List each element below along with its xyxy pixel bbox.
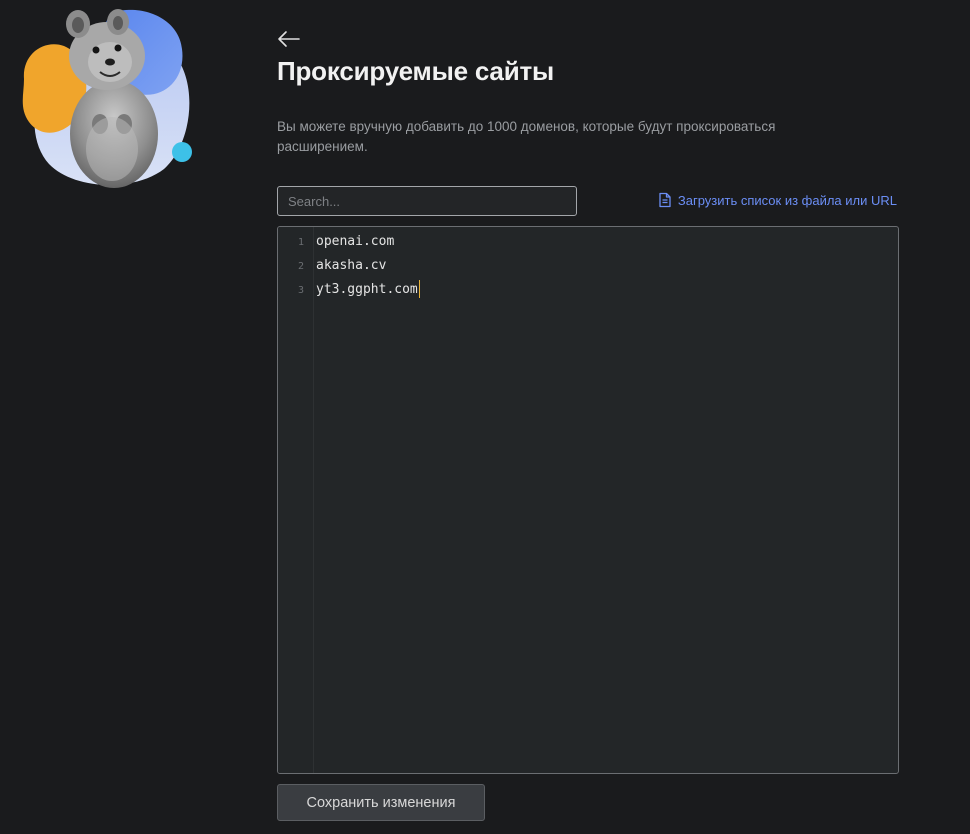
editor-line[interactable]: akasha.cv	[316, 254, 386, 278]
editor-line-text: yt3.ggpht.com	[316, 282, 418, 297]
domain-editor[interactable]: 1 2 3 openai.com akasha.cv yt3.ggpht.com	[277, 226, 899, 774]
load-list-link[interactable]: Загрузить список из файла или URL	[658, 192, 897, 208]
page-title: Проксируемые сайты	[277, 56, 555, 86]
editor-gutter: 1 2 3	[278, 227, 314, 773]
editor-line[interactable]: openai.com	[316, 230, 394, 254]
save-changes-button[interactable]: Сохранить изменения	[277, 784, 485, 821]
load-list-label: Загрузить список из файла или URL	[677, 192, 897, 208]
page-description: Вы можете вручную добавить до 1000 домен…	[277, 119, 776, 154]
proxied-sites-page: Проксируемые сайты Вы можете вручную доб…	[0, 0, 970, 834]
search-input[interactable]	[277, 186, 577, 216]
text-cursor	[418, 279, 420, 298]
line-number: 1	[297, 237, 304, 248]
quokka-mascot-icon	[22, 9, 192, 188]
file-document-icon	[659, 192, 671, 208]
line-number: 3	[297, 285, 304, 296]
editor-line-active[interactable]: yt3.ggpht.com	[316, 278, 420, 302]
line-number: 2	[297, 261, 304, 272]
back-arrow-icon[interactable]	[276, 26, 302, 50]
